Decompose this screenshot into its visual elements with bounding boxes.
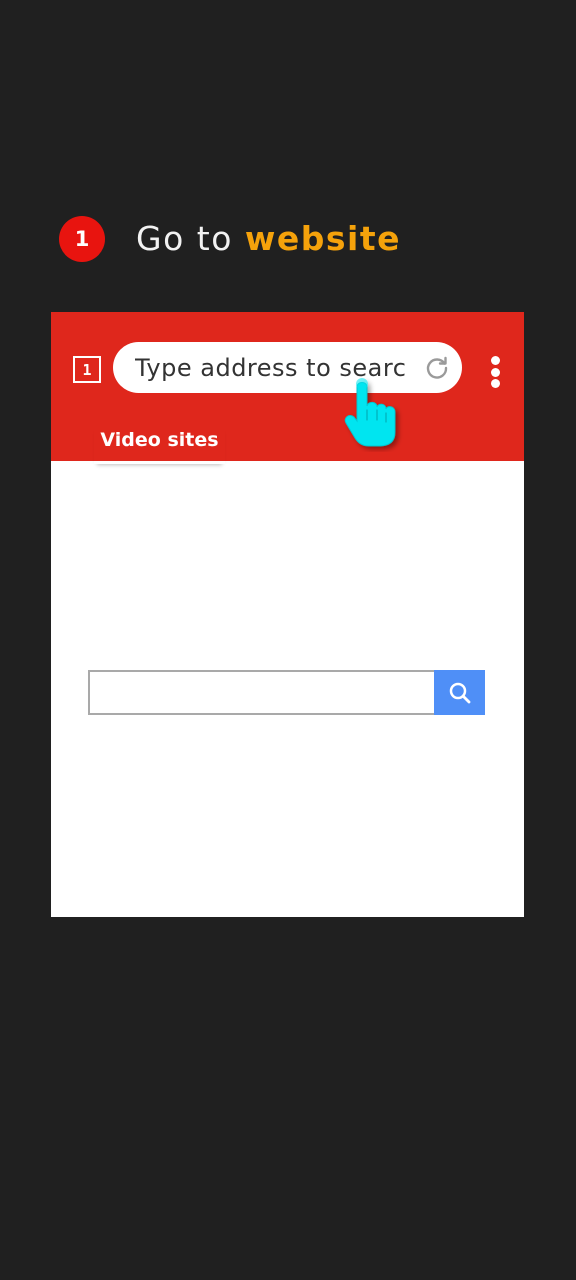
more-vertical-icon[interactable] bbox=[487, 356, 503, 388]
tab-video-sites[interactable]: Video sites bbox=[94, 426, 225, 464]
step-title-highlight: website bbox=[244, 219, 401, 258]
step-heading: 1 Go to website bbox=[59, 216, 401, 262]
browser-toolbar: 1 Type address to search Video sites bbox=[51, 312, 524, 464]
page-search-box bbox=[88, 670, 485, 715]
step-title: Go to website bbox=[136, 216, 401, 262]
search-icon bbox=[449, 682, 470, 703]
tutorial-screen: 1 Go to website 1 Type address to search… bbox=[0, 0, 576, 1280]
tab-switcher-button[interactable]: 1 bbox=[73, 356, 101, 383]
reload-icon[interactable] bbox=[424, 355, 450, 381]
step-number-badge: 1 bbox=[59, 216, 105, 262]
address-bar[interactable]: Type address to search bbox=[113, 342, 462, 393]
hand-pointer-icon bbox=[344, 378, 396, 447]
browser-mockup: 1 Type address to search Video sites bbox=[51, 312, 524, 917]
step-title-prefix: Go to bbox=[136, 219, 233, 258]
search-button[interactable] bbox=[434, 670, 485, 715]
page-search-input[interactable] bbox=[88, 670, 434, 715]
